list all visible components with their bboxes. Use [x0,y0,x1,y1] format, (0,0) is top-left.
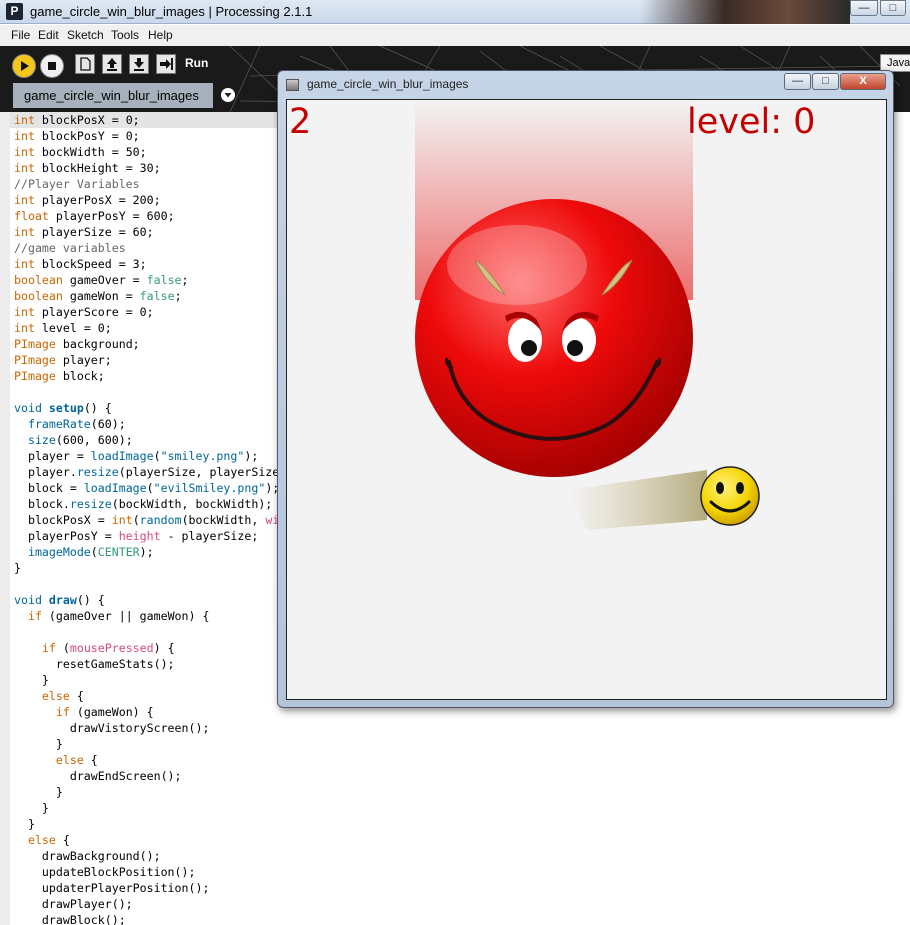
menu-sketch[interactable]: Sketch [67,28,104,42]
code-line[interactable]: } [14,816,35,832]
code-line[interactable]: int blockSpeed = 3; [14,256,147,272]
code-line[interactable]: resetGameStats(); [14,656,175,672]
toolbar-status-label: Run [185,56,209,70]
code-line[interactable]: PImage player; [14,352,112,368]
code-line[interactable]: updateBlockPosition(); [14,864,196,880]
tab-sketch[interactable]: game_circle_win_blur_images [13,83,213,108]
smiley [700,466,760,526]
code-line[interactable]: void setup() { [14,400,112,416]
code-line[interactable]: float playerPosY = 600; [14,208,175,224]
sketch-window[interactable]: game_circle_win_blur_images — □ X 2 leve… [277,70,894,708]
sketch-window-title: game_circle_win_blur_images [307,77,469,91]
code-line[interactable]: if (mousePressed) { [14,640,175,656]
code-line[interactable]: } [14,736,63,752]
code-line[interactable]: else { [14,752,98,768]
sketch-minimize-button[interactable]: — [784,73,811,90]
code-line[interactable]: else { [14,688,84,704]
export-icon [160,58,173,70]
code-line[interactable]: } [14,560,21,576]
code-line[interactable]: drawVistoryScreen(); [14,720,210,736]
code-line[interactable]: int playerSize = 60; [14,224,154,240]
code-line[interactable]: PImage block; [14,368,105,384]
code-line[interactable]: boolean gameWon = false; [14,288,182,304]
code-line[interactable]: if (gameWon) { [14,704,154,720]
menu-file[interactable]: File [11,28,30,42]
run-icon [21,61,29,71]
code-line[interactable]: int blockPosY = 0; [14,128,140,144]
sketch-close-button[interactable]: X [840,73,886,90]
code-line[interactable]: imageMode(CENTER); [14,544,154,560]
stop-icon [48,62,56,70]
code-line[interactable]: player = loadImage("smiley.png"); [14,448,258,464]
code-line[interactable]: int playerScore = 0; [14,304,154,320]
code-line[interactable]: } [14,784,63,800]
menu-bar: File Edit Sketch Tools Help [0,25,910,46]
code-line[interactable]: block = loadImage("evilSmiley.png"); [14,480,279,496]
sketch-maximize-button[interactable]: □ [812,73,839,90]
open-icon [107,58,117,71]
editor-gutter [0,112,10,925]
player-motion-trail [567,470,707,530]
code-line[interactable]: frameRate(60); [14,416,126,432]
open-button[interactable] [102,54,122,74]
new-button[interactable] [75,54,95,74]
new-icon [80,57,91,71]
code-line[interactable]: void draw() { [14,592,105,608]
code-line[interactable]: playerPosY = height - playerSize; [14,528,258,544]
code-line[interactable]: block.resize(bockWidth, bockWidth); [14,496,272,512]
code-line[interactable]: else { [14,832,70,848]
code-line[interactable]: int blockPosX = 0; [14,112,140,128]
code-line[interactable]: } [14,800,49,816]
code-line[interactable]: int bockWidth = 50; [14,144,147,160]
code-line[interactable]: } [14,672,49,688]
code-line[interactable]: player.resize(playerSize, playerSize); [14,464,293,480]
code-line[interactable]: drawBackground(); [14,848,161,864]
menu-tools[interactable]: Tools [111,28,139,42]
code-line[interactable]: //game variables [14,240,126,256]
stop-button[interactable] [40,54,64,78]
level-display: level: 0 [687,102,816,142]
save-button[interactable] [129,54,149,74]
code-line[interactable]: PImage background; [14,336,140,352]
save-icon [134,58,144,71]
code-line[interactable]: int blockHeight = 30; [14,160,161,176]
processing-app-icon: P [6,3,23,20]
game-scene [415,100,760,530]
code-line[interactable]: drawPlayer(); [14,896,133,912]
code-line[interactable]: size(600, 600); [14,432,133,448]
code-line[interactable]: int playerPosX = 200; [14,192,161,208]
code-line[interactable]: int level = 0; [14,320,112,336]
sketch-window-icon [286,79,299,91]
code-line[interactable]: drawBlock(); [14,912,126,925]
evil-smiley [415,199,693,477]
menu-help[interactable]: Help [148,28,173,42]
code-line[interactable]: updaterPlayerPosition(); [14,880,210,896]
score-display: 2 [289,102,312,142]
menu-edit[interactable]: Edit [38,28,59,42]
tab-dropdown-icon [224,93,232,98]
minimize-button[interactable]: — [850,0,878,16]
title-bar: P game_circle_win_blur_images | Processi… [0,0,910,24]
maximize-button[interactable]: □ [880,0,906,16]
export-button[interactable] [156,54,176,74]
title-bar-background [640,0,850,24]
code-line[interactable]: //Player Variables [14,176,140,192]
window-title: game_circle_win_blur_images | Processing… [30,4,313,19]
run-button[interactable] [12,54,36,78]
tab-menu-button[interactable] [221,88,235,102]
code-line[interactable]: boolean gameOver = false; [14,272,189,288]
sketch-canvas[interactable]: 2 level: 0 [286,99,887,700]
code-line[interactable]: drawEndScreen(); [14,768,182,784]
code-line[interactable]: if (gameOver || gameWon) { [14,608,210,624]
